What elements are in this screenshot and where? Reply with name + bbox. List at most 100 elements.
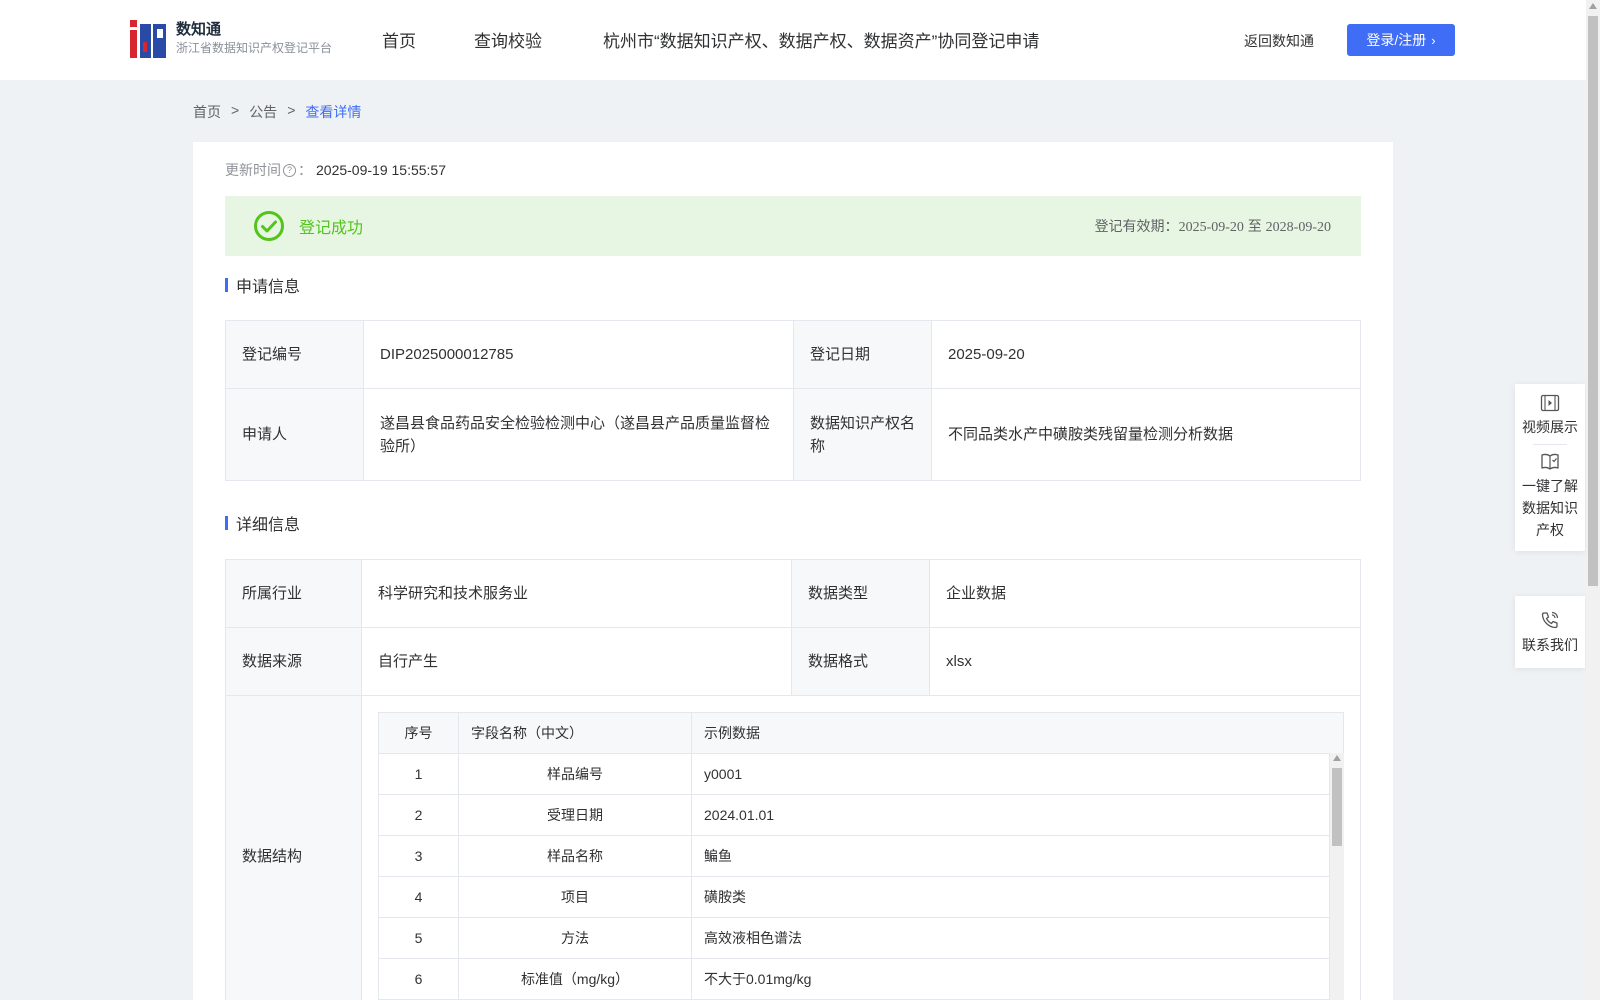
breadcrumb-current: 查看详情 [305,104,362,120]
brand-logo[interactable]: 数知通 浙江省数据知识产权登记平台 [130,20,332,58]
nav-home[interactable]: 首页 [382,27,416,52]
col-header-sample: 示例数据 [691,712,1344,754]
format-value: xlsx [929,627,1361,696]
table-row: 3 样品名称 鳊鱼 [378,835,1344,877]
video-label: 视频展示 [1522,419,1578,435]
row-index: 5 [378,917,459,959]
update-time: 更新时间 ? ： 2025-09-19 15:55:57 [225,160,446,180]
row-sample: y0001 [691,753,1344,795]
phone-icon [1541,611,1559,629]
login-label: 登录/注册 [1366,32,1427,48]
structure-table: 序号 字段名称（中文） 示例数据 1 样品编号 y0001 2 受理日期 202… [378,712,1344,1000]
reg-date-label: 登记日期 [793,320,932,389]
col-header-field-name: 字段名称（中文） [458,712,692,754]
video-icon [1540,394,1560,412]
row-sample: 磺胺类 [691,876,1344,918]
row-index: 4 [378,876,459,918]
section-title-text: 详细信息 [236,517,301,534]
contact-panel: 联系我们 [1515,596,1585,668]
row-sample: 不大于0.01mg/kg [691,958,1344,1000]
brand-subtitle: 浙江省数据知识产权登记平台 [176,41,333,55]
industry-label: 所属行业 [225,559,362,628]
data-type-value: 企业数据 [929,559,1361,628]
learn-data-ip-button[interactable]: 一键了解数据知识产权 [1515,451,1585,541]
table-row: 1 样品编号 y0001 [378,753,1344,795]
col-header-index: 序号 [378,712,459,754]
table-row: 2 受理日期 2024.01.01 [378,794,1344,836]
help-icon[interactable]: ? [283,163,296,177]
page-scrollbar-thumb[interactable] [1588,16,1598,586]
validity-period: 登记有效期：2025-09-20 至 2028-09-20 [1095,216,1331,236]
row-field-name: 项目 [458,876,692,918]
ip-name-label: 数据知识产权名称 [793,388,932,481]
logo-icon [130,20,166,58]
application-info-table: 登记编号 DIP2025000012785 登记日期 2025-09-20 申请… [225,320,1361,481]
industry-value: 科学研究和技术服务业 [361,559,792,628]
breadcrumb-separator: > [231,102,240,118]
page-scrollbar[interactable] [1586,0,1600,1000]
registration-status-bar: 登记成功 登记有效期：2025-09-20 至 2028-09-20 [225,196,1361,256]
scroll-up-arrow-icon[interactable] [1589,3,1597,9]
video-showcase-button[interactable]: 视频展示 [1515,394,1585,438]
row-field-name: 样品编号 [458,753,692,795]
brand-name: 数知通 [176,21,222,38]
applicant-value: 遂昌县食品药品安全检验检测中心（遂昌县产品质量监督检验所） [363,388,794,481]
table-row: 6 标准值（mg/kg） 不大于0.01mg/kg [378,958,1344,1000]
nav-query[interactable]: 查询校验 [474,27,542,52]
source-label: 数据来源 [225,627,362,696]
scrollbar-thumb[interactable] [1332,768,1342,846]
breadcrumb-notice[interactable]: 公告 [249,102,277,122]
status-text: 登记成功 [299,220,364,237]
reg-date-value: 2025-09-20 [931,320,1361,389]
update-time-value: 2025-09-19 15:55:57 [316,162,446,178]
row-field-name: 样品名称 [458,835,692,877]
back-to-shuzhitong-link[interactable]: 返回数知通 [1244,31,1314,51]
detail-card: 更新时间 ? ： 2025-09-19 15:55:57 登记成功 登记有效期：… [193,142,1393,1000]
row-sample: 高效液相色谱法 [691,917,1344,959]
structure-cell: 序号 字段名称（中文） 示例数据 1 样品编号 y0001 2 受理日期 202… [361,695,1361,1000]
contact-us-button[interactable]: 联系我们 [1515,610,1585,656]
validity-to: 至 [1247,218,1262,234]
structure-table-wrapper[interactable]: 序号 字段名称（中文） 示例数据 1 样品编号 y0001 2 受理日期 202… [378,712,1344,1000]
breadcrumb-separator: > [287,102,296,118]
applicant-label: 申请人 [225,388,364,481]
structure-label: 数据结构 [225,695,362,1000]
table-row: 5 方法 高效液相色谱法 [378,917,1344,959]
login-register-button[interactable]: 登录/注册 › [1347,24,1455,56]
chevron-right-icon: › [1431,32,1436,48]
nav-hangzhou-register[interactable]: 杭州市“数据知识产权、数据产权、数据资产”协同登记申请 [603,27,1039,52]
row-index: 1 [378,753,459,795]
validity-start: 2025-09-20 [1178,220,1244,235]
update-time-label: 更新时间 [225,162,281,178]
reg-no-value: DIP2025000012785 [363,320,794,389]
breadcrumb: 首页 > 公告 > 查看详情 [193,102,361,122]
section-marker [225,516,228,530]
row-index: 2 [378,794,459,836]
row-sample: 鳊鱼 [691,835,1344,877]
floating-help-panel: 视频展示 一键了解数据知识产权 [1515,384,1585,551]
float-divider [1533,444,1567,445]
section-application-info: 申请信息 [225,273,300,297]
update-time-separator: ： [298,162,312,178]
detail-info-table: 所属行业 科学研究和技术服务业 数据类型 企业数据 数据来源 自行产生 数据格式… [225,559,1361,1000]
reg-no-label: 登记编号 [225,320,364,389]
section-detail-info: 详细信息 [225,511,300,535]
section-marker [225,278,228,292]
validity-end: 2028-09-20 [1265,220,1331,235]
learn-label: 一键了解数据知识产权 [1522,478,1578,538]
breadcrumb-home[interactable]: 首页 [193,102,221,122]
check-circle-icon [254,211,284,241]
structure-table-scrollbar[interactable] [1329,753,1344,1000]
data-type-label: 数据类型 [791,559,930,628]
format-label: 数据格式 [791,627,930,696]
scroll-up-arrow-icon[interactable] [1333,755,1341,761]
top-header: 数知通 浙江省数据知识产权登记平台 首页 查询校验 杭州市“数据知识产权、数据产… [0,0,1586,80]
row-field-name: 受理日期 [458,794,692,836]
row-index: 3 [378,835,459,877]
row-sample: 2024.01.01 [691,794,1344,836]
source-value: 自行产生 [361,627,792,696]
row-field-name: 标准值（mg/kg） [458,958,692,1000]
row-index: 6 [378,958,459,1000]
contact-label: 联系我们 [1522,637,1578,653]
validity-label: 登记有效期： [1094,218,1179,234]
